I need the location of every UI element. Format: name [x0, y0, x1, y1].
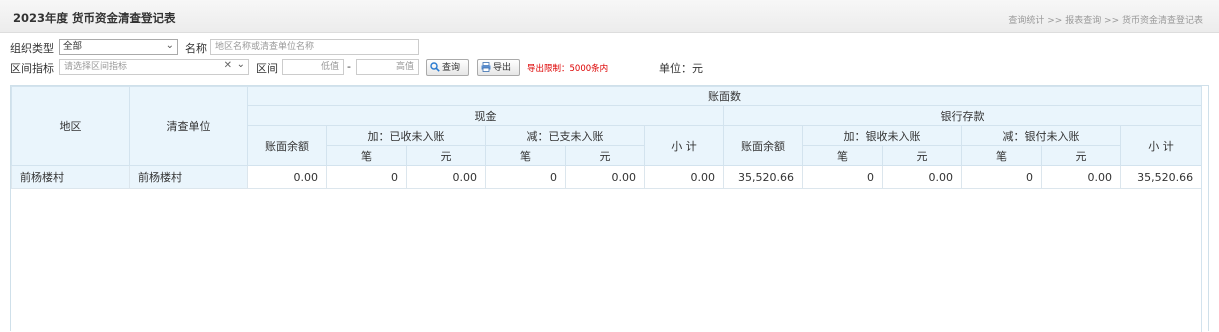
high-value-input[interactable]: 高值: [356, 59, 419, 75]
col-bank: 银行存款: [722, 105, 1203, 126]
cell-bank-sub-amount: 0.00: [1041, 165, 1121, 189]
search-button[interactable]: 查询: [426, 59, 469, 76]
range-indicator-label: 区间指标: [10, 62, 54, 75]
range-indicator-select[interactable]: 请选择区间指标 ✕ ⌄: [59, 59, 249, 75]
cell-unit: 前杨楼村: [129, 165, 248, 189]
range-dash: -: [347, 60, 351, 73]
cell-cash-balance: 0.00: [247, 165, 327, 189]
cell-cash-add-amount: 0.00: [406, 165, 486, 189]
cell-bank-add-count: 0: [802, 165, 883, 189]
col-unit: 清查单位: [129, 86, 248, 166]
name-input[interactable]: 地区名称或清查单位名称: [210, 39, 419, 55]
clear-icon[interactable]: ✕: [224, 60, 232, 71]
col-yuan: 元: [565, 145, 645, 166]
col-bank-sub: 减：银付未入账: [961, 125, 1121, 146]
export-limit-note: 导出限制：5000条内: [527, 64, 609, 74]
col-bank-add: 加：银收未入账: [802, 125, 962, 146]
col-yuan: 元: [1041, 145, 1121, 166]
table-scroll-divider: [1201, 86, 1202, 332]
name-label: 名称: [185, 42, 207, 55]
range-indicator-placeholder: 请选择区间指标: [64, 62, 128, 72]
table-row[interactable]: 前杨楼村 前杨楼村 0.00 0 0.00 0 0.00 0.00 35,520…: [11, 165, 1203, 189]
low-value-input[interactable]: 低值: [282, 59, 344, 75]
export-button-label: 导出: [493, 63, 512, 73]
printer-icon: [481, 62, 491, 72]
range-label: 区间: [256, 62, 278, 75]
col-cash-subtotal: 小 计: [644, 125, 724, 166]
cell-bank-add-amount: 0.00: [882, 165, 962, 189]
cell-cash-sub-amount: 0.00: [565, 165, 645, 189]
cell-bank-sub-count: 0: [961, 165, 1042, 189]
col-count: 笔: [326, 145, 407, 166]
data-table: 地区 清查单位 账面数 现金 银行存款 账面余额 加：已收未入账 减：已支未入账…: [11, 86, 1203, 189]
cell-cash-add-count: 0: [326, 165, 407, 189]
unit-label: 单位：元: [659, 62, 703, 75]
cell-bank-balance: 35,520.66: [723, 165, 803, 189]
search-button-label: 查询: [442, 63, 461, 73]
col-yuan: 元: [406, 145, 486, 166]
filter-bar: 组织类型 全部 ⌄ 名称 地区名称或清查单位名称 区间指标 请选择区间指标 ✕ …: [0, 33, 1219, 81]
cell-bank-subtotal: 35,520.66: [1119, 165, 1203, 189]
title-bar: 2023年度 货币资金清查登记表 查询统计 >> 报表查询 >> 货币资金清查登…: [0, 0, 1219, 33]
col-cash-add: 加：已收未入账: [326, 125, 486, 146]
col-bank-balance: 账面余额: [723, 125, 803, 166]
cell-cash-sub-count: 0: [485, 165, 566, 189]
data-table-container: 地区 清查单位 账面数 现金 银行存款 账面余额 加：已收未入账 减：已支未入账…: [10, 85, 1209, 332]
org-type-label: 组织类型: [10, 42, 54, 55]
col-cash-balance: 账面余额: [247, 125, 327, 166]
col-cash-sub: 减：已支未入账: [485, 125, 645, 146]
org-type-select[interactable]: 全部 ⌄: [59, 39, 178, 55]
export-button[interactable]: 导出: [477, 59, 520, 76]
page-title: 2023年度 货币资金清查登记表: [13, 11, 176, 25]
col-count: 笔: [485, 145, 566, 166]
col-count: 笔: [802, 145, 883, 166]
col-count: 笔: [961, 145, 1042, 166]
chevron-down-icon[interactable]: ⌄: [237, 59, 245, 70]
cell-cash-subtotal: 0.00: [644, 165, 724, 189]
search-icon: [430, 62, 440, 72]
org-type-value: 全部: [63, 41, 83, 52]
cell-region: 前杨楼村: [11, 165, 130, 189]
chevron-down-icon: ⌄: [165, 40, 174, 51]
col-region: 地区: [11, 86, 130, 166]
col-book-total: 账面数: [246, 86, 1203, 106]
breadcrumb: 查询统计 >> 报表查询 >> 货币资金清查登记表: [1008, 16, 1203, 26]
col-cash: 现金: [247, 105, 724, 126]
col-yuan: 元: [882, 145, 962, 166]
col-bank-subtotal: 小 计: [1119, 125, 1203, 166]
